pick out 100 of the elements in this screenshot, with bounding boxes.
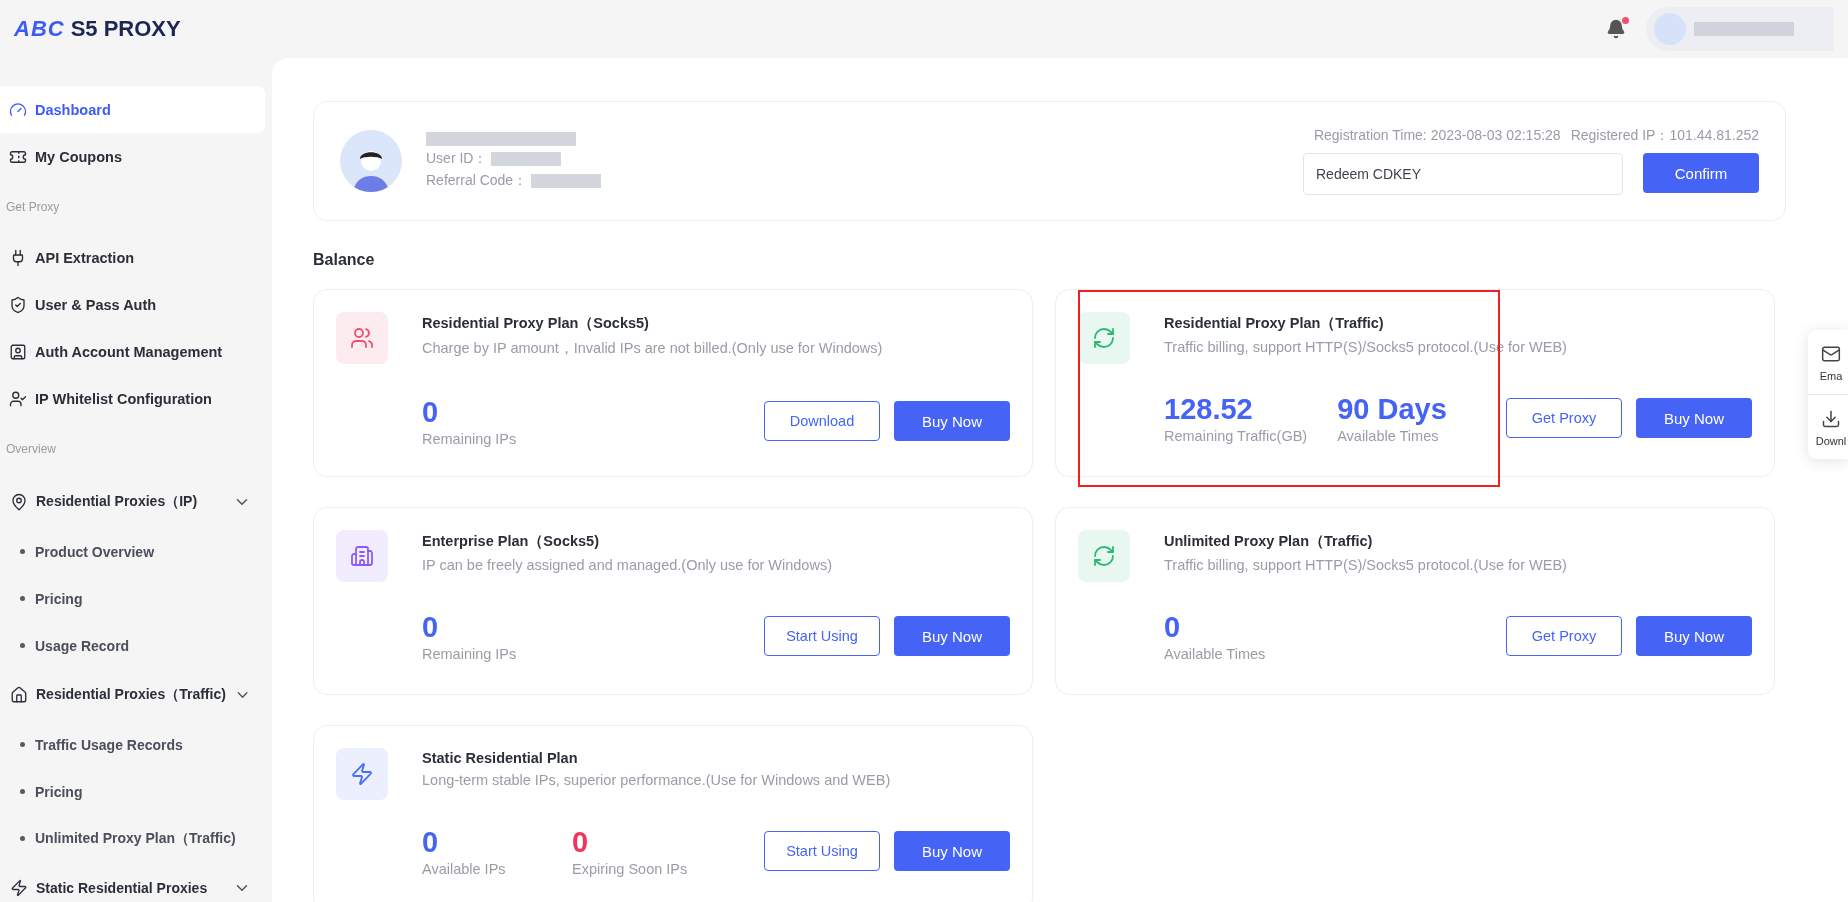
download-icon [1821,409,1841,429]
logo-text: S5 PROXY [70,16,181,42]
bullet-icon [20,836,25,841]
user-card-icon [9,342,27,361]
stat-label: Remaining IPs [422,646,518,662]
action-button[interactable]: Start Using [764,831,880,871]
sidebar-group[interactable]: Static Residential Proxies [0,862,265,902]
plan-title: Residential Proxy Plan（Socks5) [422,314,650,333]
floating-item-label: Ema [1819,370,1843,382]
bullet-icon [20,643,25,648]
bullet-icon [20,596,25,601]
sidebar-section-title: Overview [5,441,57,458]
avatar-placeholder [1654,13,1686,45]
sidebar-subitem-label: Pricing [35,783,83,800]
sidebar-subitem[interactable]: Traffic Usage Records [0,721,265,768]
stat-value: 0 [422,396,440,429]
sidebar-item[interactable]: My Coupons [0,133,265,180]
action-button[interactable]: Start Using [764,616,880,656]
sidebar-group-label: Residential Proxies（IP) [36,493,199,511]
bullet-icon [20,789,25,794]
user-id-label: User ID： [426,150,488,168]
plan-description: Long-term stable IPs, superior performance.(Use for Windows and WEB) [422,772,892,788]
sidebar-item[interactable]: IP Whitelist Configuration [0,375,265,422]
sidebar-subitem[interactable]: Product Overview [0,528,265,575]
stat-label: Available IPs [422,861,507,877]
sidebar-subitem[interactable]: Unlimited Proxy Plan（Traffic) [0,815,265,862]
lightning-icon [350,762,374,786]
stat-label: Expiring Soon IPs [572,861,689,877]
buy-now-button[interactable]: Buy Now [1636,616,1752,656]
stat-value: 0 [422,826,440,859]
house-icon [10,686,28,704]
sidebar-item[interactable]: Dashboard [0,86,265,133]
action-button[interactable]: Get Proxy [1506,616,1622,656]
cdkey-input-field[interactable]: Redeem CDKEY [1303,153,1623,195]
sidebar-subitem-label: Product Overview [35,543,155,560]
sidebar-item-label: Auth Account Management [35,343,223,360]
sidebar-subitem[interactable]: Usage Record [0,622,265,669]
sidebar-group-label: Static Residential Proxies [36,880,209,896]
map-pin-icon [10,493,28,511]
blurred-user-id [491,152,562,166]
sidebar-item[interactable]: User & Pass Auth [0,281,265,328]
users-icon [350,326,374,350]
mail-icon [1821,344,1841,364]
registered-ip: Registered IP：101.44.81.252 [1570,127,1759,145]
sidebar-item[interactable]: API Extraction [0,234,265,281]
stat-value: 90 Days [1337,393,1448,426]
sidebar-item[interactable]: Auth Account Management [0,328,265,375]
sidebar-group-label: Residential Proxies（Traffic) [36,686,226,704]
sidebar-group[interactable]: Residential Proxies（Traffic) [0,669,265,721]
registration-time: Registration Time: 2023-08-03 02:15:28 [1313,127,1561,145]
plan-title: Static Residential Plan [422,750,579,766]
plan-title: Unlimited Proxy Plan（Traffic) [1164,532,1374,551]
notification-bell-icon[interactable] [1606,19,1626,39]
plan-description: IP can be freely assigned and managed.(Only use for Windows) [422,557,833,573]
buy-now-button[interactable]: Buy Now [894,401,1010,441]
bullet-icon [20,742,25,747]
refresh-icon [1092,544,1116,568]
sidebar-item-label: IP Whitelist Configuration [35,390,212,407]
sidebar-subitem-label: Pricing [35,590,83,607]
building-icon [350,544,374,568]
sidebar-subitem-label: Unlimited Proxy Plan（Traffic) [35,829,236,848]
stat-label: Remaining IPs [422,431,518,447]
sidebar-subitem-label: Usage Record [35,637,130,654]
floating-panel-item[interactable]: Downl [1808,395,1848,459]
user-check-icon [9,389,27,408]
shield-icon [9,295,27,314]
stat-value: 128.52 [1164,393,1254,426]
sidebar-subitem[interactable]: Pricing [0,575,265,622]
plan-title: Residential Proxy Plan（Traffic) [1164,314,1385,333]
sidebar-item-label: API Extraction [35,249,135,266]
confirm-button[interactable]: Confirm [1643,153,1759,193]
plan-description: Traffic billing, support HTTP(S)/Socks5 protocol.(Use for WEB) [1164,557,1568,573]
plan-description: Charge by IP amount，Invalid IPs are not billed.(Only use for Windows) [422,339,884,358]
section-title: Balance [313,251,376,269]
referral-code-label: Referral Code： [426,172,528,190]
buy-now-button[interactable]: Buy Now [894,831,1010,871]
sidebar-item-label: Dashboard [35,101,111,118]
stat-label: Available Times [1337,428,1440,444]
stat-label: Available Times [1164,646,1267,662]
stat-value: 0 [1164,611,1182,644]
sidebar-item-label: User & Pass Auth [35,296,157,313]
sidebar-group[interactable]: Residential Proxies（IP) [0,476,265,528]
refresh-icon [1092,326,1116,350]
bullet-icon [20,549,25,554]
plan-title: Enterprise Plan（Socks5) [422,532,600,551]
buy-now-button[interactable]: Buy Now [1636,398,1752,438]
action-button[interactable]: Get Proxy [1506,398,1622,438]
stat-label: Remaining Traffic(GB) [1164,428,1308,444]
sidebar-section-title: Get Proxy [5,199,61,216]
floating-item-label: Downl [1815,435,1847,447]
blurred-referral-code [531,174,602,188]
gauge-icon [9,100,27,119]
stat-value: 0 [572,826,590,859]
lightning-icon [10,879,28,897]
floating-panel-item[interactable]: Ema [1808,330,1848,395]
action-button[interactable]: Download [764,401,880,441]
buy-now-button[interactable]: Buy Now [894,616,1010,656]
logo-mark: ABC [14,16,65,42]
sidebar-subitem[interactable]: Pricing [0,768,265,815]
sidebar-subitem-label: Traffic Usage Records [35,736,183,753]
